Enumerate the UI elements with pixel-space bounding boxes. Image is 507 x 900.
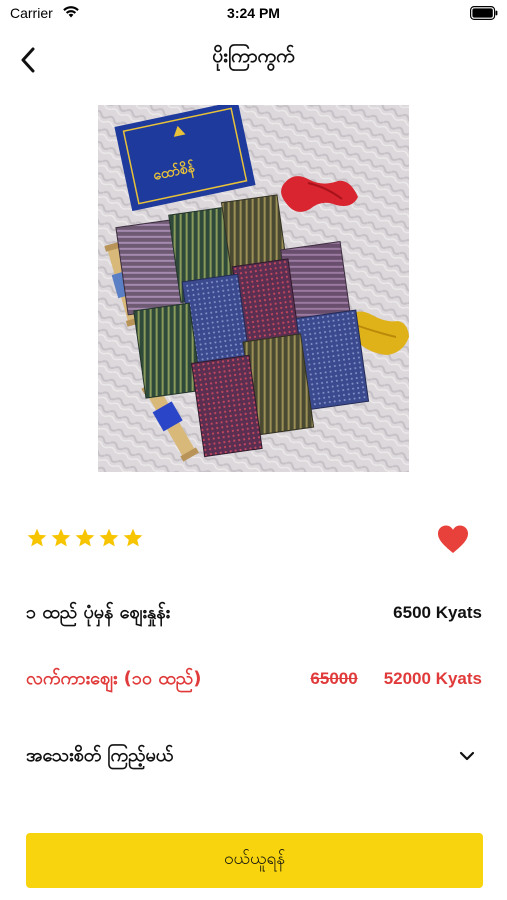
chevron-left-icon [21,47,35,73]
nav-bar: ပိုးကြာကွက် [0,28,507,88]
rating-stars [26,527,144,551]
star-icon [51,528,71,547]
chevron-down-icon [459,751,475,761]
wholesale-price: 52000 Kyats [383,669,482,688]
star-icon [123,528,143,547]
unit-price-row: ၁ ထည် ပုံမှန် စျေးနှုန်း 6500 Kyats [26,597,482,629]
wholesale-old-price: 65000 [310,669,358,688]
page-title: ပိုးကြာကွက် [212,45,295,67]
status-bar: Carrier 3:24 PM [0,0,507,28]
star-icon [75,528,95,547]
star-icon [27,528,47,547]
favorite-button[interactable] [436,523,470,555]
wholesale-price-row: လက်ကားစျေး (၁၀ ထည်) 65000 52000 Kyats [26,663,482,695]
buy-button[interactable]: ဝယ်ယူရန် [26,833,483,888]
product-photo: ထော်စိန် [98,105,409,472]
unit-price-label: ၁ ထည် ပုံမှန် စျေးနှုန်း [26,601,171,623]
product-image: ထော်စိန် [98,105,409,472]
wholesale-label: လက်ကားစျေး (၁၀ ထည်) [26,667,202,689]
unit-price-value: 6500 Kyats [393,603,482,622]
star-icon [99,528,119,547]
status-time: 3:24 PM [227,5,280,21]
heart-icon [438,525,468,553]
back-button[interactable] [10,42,46,78]
details-toggle[interactable]: အသေးစိတ် ကြည့်မယ် [26,740,482,772]
details-label: အသေးစိတ် ကြည့်မယ် [26,744,174,766]
battery-icon [470,6,498,20]
wholesale-price-group: 65000 52000 Kyats [310,669,482,689]
